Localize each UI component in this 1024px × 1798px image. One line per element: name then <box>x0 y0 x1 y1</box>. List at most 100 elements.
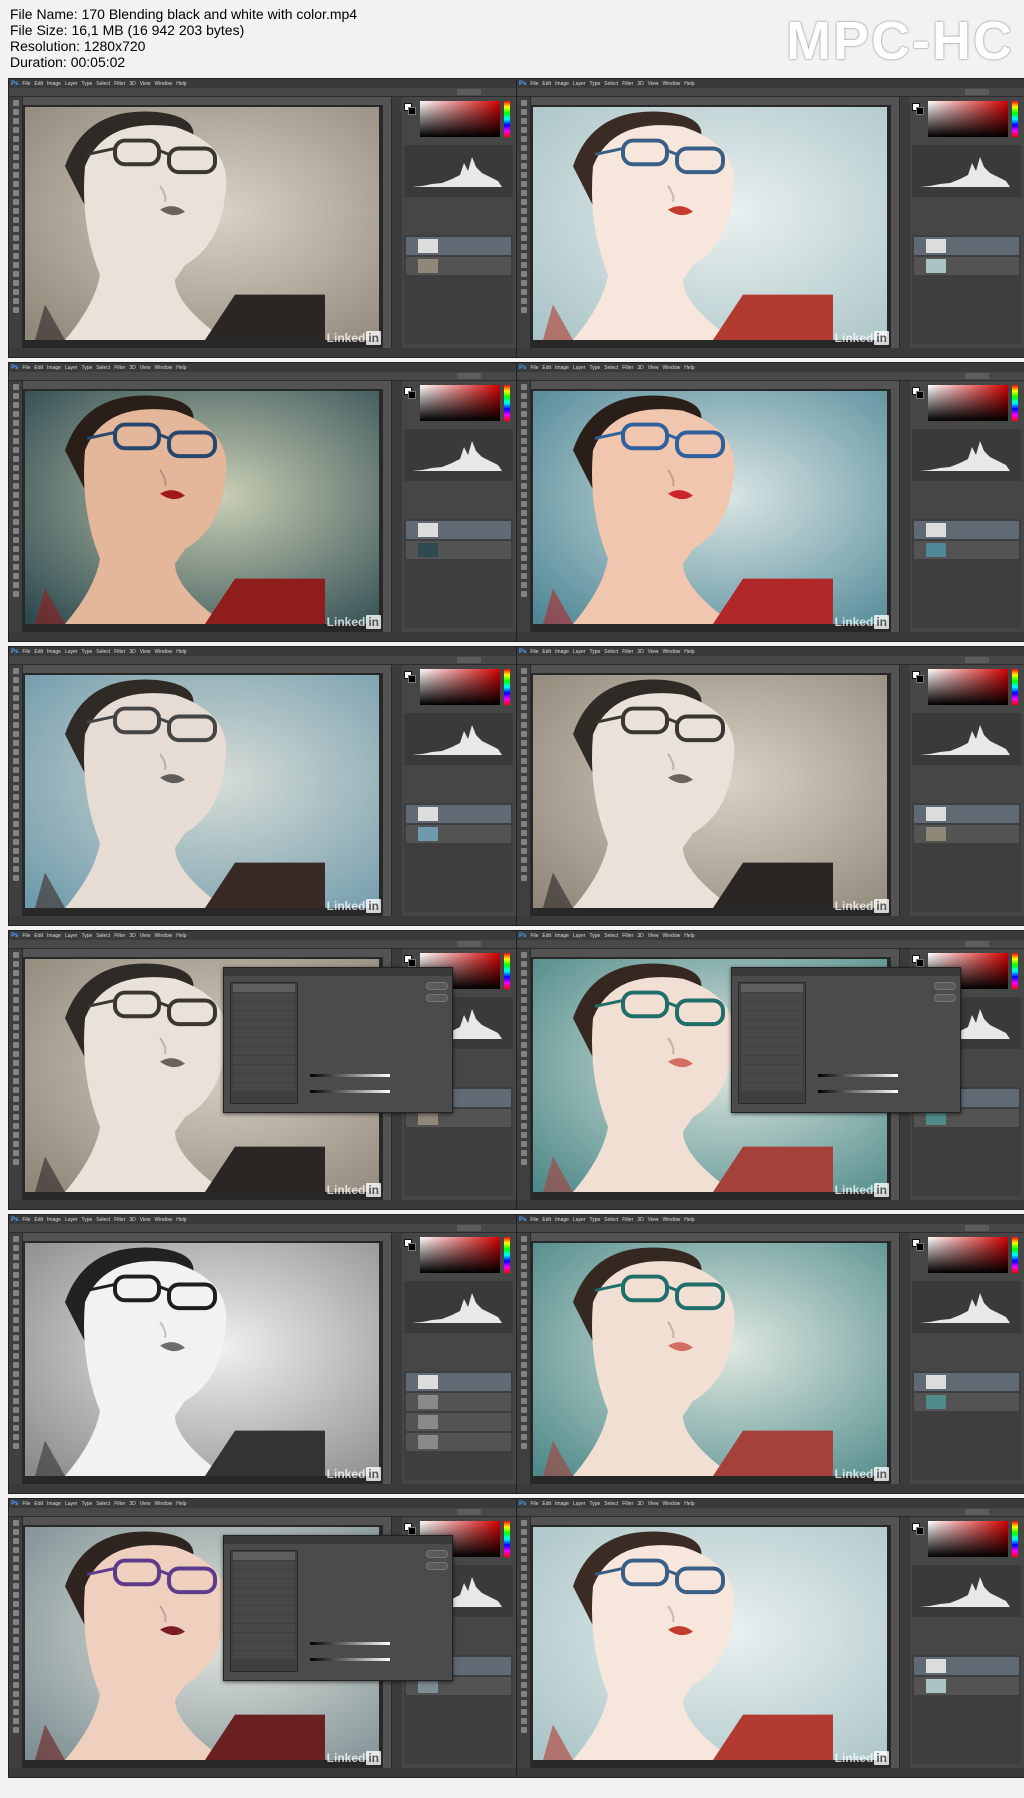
tool-icon[interactable] <box>12 1335 19 1341</box>
menu-item-filter[interactable]: Filter <box>114 649 125 655</box>
tool-icon[interactable] <box>12 262 19 268</box>
hue-slider[interactable] <box>1012 385 1018 421</box>
workspace-switcher[interactable] <box>457 657 481 663</box>
tool-icon[interactable] <box>520 1610 527 1616</box>
tool-icon[interactable] <box>520 582 527 588</box>
layer-row[interactable] <box>406 1373 511 1391</box>
menu-item-window[interactable]: Window <box>154 649 172 655</box>
workspace-switcher[interactable] <box>457 1509 481 1515</box>
tool-icon[interactable] <box>520 1069 527 1075</box>
menu-item-image[interactable]: Image <box>47 1501 61 1507</box>
menu-item-type[interactable]: Type <box>81 1217 92 1223</box>
color-field[interactable] <box>420 1237 500 1273</box>
color-field[interactable] <box>928 669 1008 705</box>
tool-icon[interactable] <box>520 1565 527 1571</box>
tool-icon[interactable] <box>520 528 527 534</box>
tool-icon[interactable] <box>520 749 527 755</box>
background-swatch[interactable] <box>916 1527 924 1535</box>
tool-icon[interactable] <box>520 1371 527 1377</box>
tool-icon[interactable] <box>12 109 19 115</box>
menu-item-select[interactable]: Select <box>604 1217 618 1223</box>
menu-item-window[interactable]: Window <box>662 81 680 87</box>
style-option[interactable] <box>233 1011 295 1019</box>
layer-row[interactable] <box>406 1433 511 1451</box>
tool-icon[interactable] <box>520 686 527 692</box>
menu-item-filter[interactable]: Filter <box>622 933 633 939</box>
menu-item-image[interactable]: Image <box>555 81 569 87</box>
tool-icon[interactable] <box>520 1335 527 1341</box>
hue-slider[interactable] <box>1012 1237 1018 1273</box>
tool-icon[interactable] <box>520 731 527 737</box>
menu-item-select[interactable]: Select <box>96 933 110 939</box>
menu-item-3d[interactable]: 3D <box>129 933 135 939</box>
tool-icon[interactable] <box>12 1529 19 1535</box>
menu-item-type[interactable]: Type <box>81 365 92 371</box>
color-field[interactable] <box>928 1237 1008 1273</box>
tool-icon[interactable] <box>520 1637 527 1643</box>
menu-item-filter[interactable]: Filter <box>622 1501 633 1507</box>
menu-item-layer[interactable]: Layer <box>573 365 586 371</box>
tool-icon[interactable] <box>12 677 19 683</box>
menu-item-select[interactable]: Select <box>604 365 618 371</box>
tool-icon[interactable] <box>12 952 19 958</box>
tool-icon[interactable] <box>520 1718 527 1724</box>
tool-icon[interactable] <box>520 1060 527 1066</box>
tool-icon[interactable] <box>12 172 19 178</box>
tool-icon[interactable] <box>520 848 527 854</box>
tool-icon[interactable] <box>12 830 19 836</box>
menu-item-3d[interactable]: 3D <box>637 365 643 371</box>
menu-item-file[interactable]: File <box>530 1217 538 1223</box>
menu-item-file[interactable]: File <box>22 649 30 655</box>
background-swatch[interactable] <box>916 107 924 115</box>
menu-item-edit[interactable]: Edit <box>34 1217 43 1223</box>
menu-item-edit[interactable]: Edit <box>34 1501 43 1507</box>
tool-icon[interactable] <box>12 1425 19 1431</box>
tool-icon[interactable] <box>12 1078 19 1084</box>
tool-icon[interactable] <box>520 163 527 169</box>
tool-icon[interactable] <box>520 519 527 525</box>
tool-icon[interactable] <box>12 307 19 313</box>
tool-icon[interactable] <box>12 1060 19 1066</box>
background-swatch[interactable] <box>916 391 924 399</box>
style-option[interactable] <box>233 1633 295 1641</box>
tool-icon[interactable] <box>12 997 19 1003</box>
menu-item-file[interactable]: File <box>530 81 538 87</box>
tool-icon[interactable] <box>12 1628 19 1634</box>
menu-item-help[interactable]: Help <box>176 649 186 655</box>
tool-icon[interactable] <box>520 420 527 426</box>
tool-icon[interactable] <box>520 136 527 142</box>
background-swatch[interactable] <box>916 675 924 683</box>
workspace-switcher[interactable] <box>457 941 481 947</box>
style-option[interactable] <box>741 1038 803 1046</box>
menu-item-type[interactable]: Type <box>589 365 600 371</box>
layer-row[interactable] <box>406 257 511 275</box>
menu-item-layer[interactable]: Layer <box>573 1217 586 1223</box>
tool-icon[interactable] <box>520 1254 527 1260</box>
tool-icon[interactable] <box>520 510 527 516</box>
tool-icon[interactable] <box>520 402 527 408</box>
tool-icon[interactable] <box>12 1236 19 1242</box>
tool-icon[interactable] <box>12 866 19 872</box>
style-option[interactable] <box>233 1642 295 1650</box>
tool-icon[interactable] <box>12 591 19 597</box>
tool-icon[interactable] <box>520 713 527 719</box>
tool-icon[interactable] <box>520 384 527 390</box>
menu-item-filter[interactable]: Filter <box>114 1501 125 1507</box>
tool-icon[interactable] <box>12 226 19 232</box>
tool-icon[interactable] <box>12 154 19 160</box>
layer-row[interactable] <box>406 521 511 539</box>
tool-icon[interactable] <box>520 217 527 223</box>
color-field[interactable] <box>420 669 500 705</box>
tool-icon[interactable] <box>520 1078 527 1084</box>
menu-item-view[interactable]: View <box>140 1501 151 1507</box>
menu-item-file[interactable]: File <box>530 933 538 939</box>
tool-icon[interactable] <box>520 226 527 232</box>
tool-icon[interactable] <box>520 1051 527 1057</box>
menu-item-file[interactable]: File <box>530 1501 538 1507</box>
tool-icon[interactable] <box>520 1096 527 1102</box>
tool-icon[interactable] <box>12 1718 19 1724</box>
menu-item-file[interactable]: File <box>22 933 30 939</box>
tool-icon[interactable] <box>520 100 527 106</box>
tool-icon[interactable] <box>12 217 19 223</box>
tool-icon[interactable] <box>12 402 19 408</box>
